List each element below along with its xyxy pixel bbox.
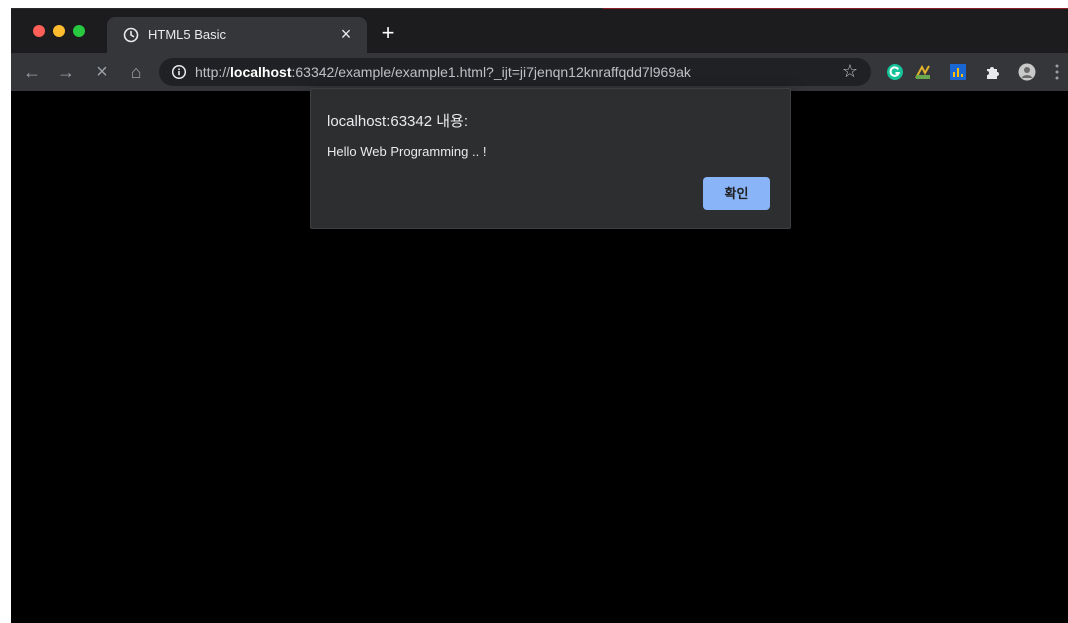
url-path: :63342/example/example1.html?_ijt=ji7jen… [291,64,691,80]
alert-title: localhost:63342 내용: [327,113,469,130]
tab-title: HTML5 Basic [148,27,227,42]
bookmark-star-button[interactable]: ☆ [841,62,859,80]
browser-window: HTML5 Basic × + ← → × ⌂ http://localhost… [11,8,1068,623]
minimize-window-button[interactable] [53,25,65,37]
tab-close-button[interactable]: × [337,25,355,43]
alert-dialog: localhost:63342 내용: Hello Web Programmin… [310,88,791,229]
clock-favicon-icon [123,27,139,43]
address-bar[interactable]: http://localhost:63342/example/example1.… [159,58,871,86]
menu-dots-icon[interactable] [1053,63,1061,81]
back-button[interactable]: ← [23,63,41,81]
new-tab-button[interactable]: + [379,22,397,44]
ok-button[interactable]: 확인 [703,177,770,210]
url-scheme: http:// [195,64,231,80]
zoom-window-button[interactable] [73,25,85,37]
chart-icon[interactable] [949,63,967,81]
tab-strip: HTML5 Basic × + [11,9,1068,53]
grammarly-icon[interactable] [886,63,904,81]
browser-tab[interactable]: HTML5 Basic × [107,17,367,53]
browser-toolbar: ← → × ⌂ http://localhost:63342/example/e… [11,53,1068,91]
avatar-icon[interactable] [1018,63,1036,81]
home-button[interactable]: ⌂ [127,63,145,81]
pdf-icon[interactable] [914,63,932,81]
url-text[interactable]: http://localhost:63342/example/example1.… [195,64,691,80]
alert-message: Hello Web Programming .. ! [327,144,487,159]
info-icon[interactable] [171,64,187,80]
url-host: localhost [230,64,292,80]
puzzle-icon[interactable] [983,63,1001,81]
close-window-button[interactable] [33,25,45,37]
stop-loading-button[interactable]: × [93,62,111,82]
forward-button[interactable]: → [57,63,75,81]
